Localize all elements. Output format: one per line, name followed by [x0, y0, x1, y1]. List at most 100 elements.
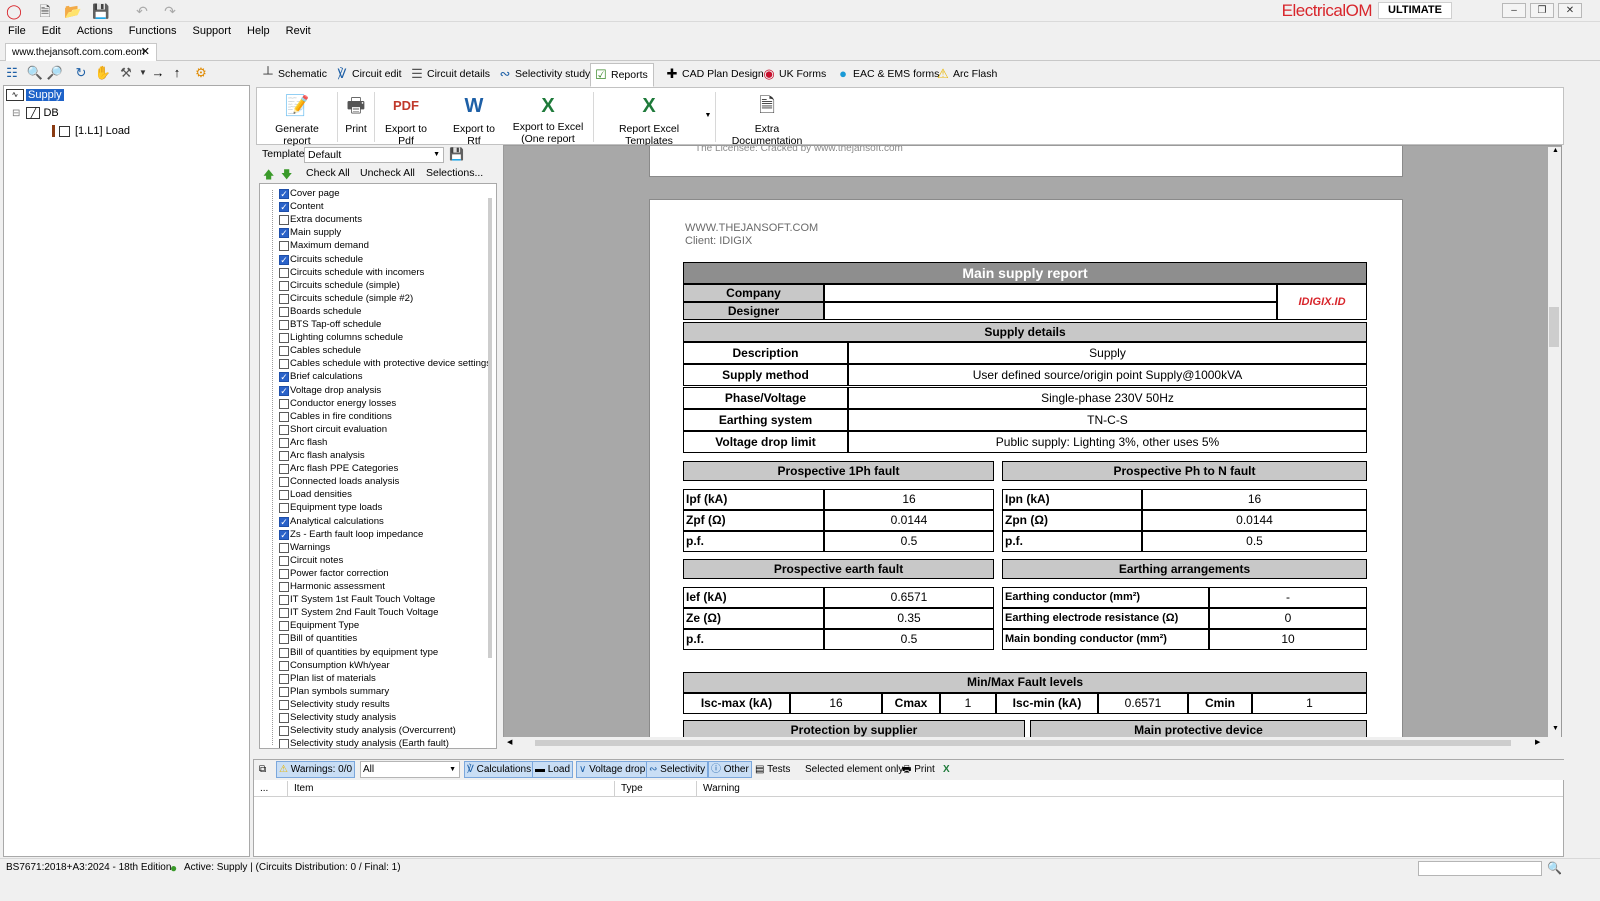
- restore-button[interactable]: ❐: [1530, 3, 1554, 18]
- checkbox-icon[interactable]: [279, 424, 289, 435]
- redo-icon[interactable]: ↷: [161, 2, 179, 20]
- checkbox-icon[interactable]: [279, 555, 289, 566]
- menu-edit[interactable]: Edit: [34, 22, 69, 41]
- status-search-input[interactable]: [1418, 861, 1542, 876]
- checkbox-checked-icon[interactable]: ✓: [279, 385, 289, 396]
- checkbox-icon[interactable]: [279, 241, 289, 252]
- checkbox-icon[interactable]: [279, 660, 289, 671]
- load-filter-button[interactable]: ▬ Load: [532, 761, 574, 778]
- checkbox-icon[interactable]: [279, 346, 289, 357]
- checkbox-checked-icon[interactable]: ✓: [279, 529, 289, 540]
- hscroll-thumb[interactable]: [535, 740, 1511, 746]
- menu-functions[interactable]: Functions: [121, 22, 185, 41]
- checkbox-icon[interactable]: [279, 568, 289, 579]
- tab-uk-forms[interactable]: ◉ UK Forms: [759, 63, 826, 86]
- tests-button[interactable]: ▤ Tests: [752, 761, 793, 778]
- scroll-right-icon[interactable]: ▶: [1535, 738, 1540, 746]
- checkbox-icon[interactable]: [279, 333, 289, 344]
- collapse-icon[interactable]: ⊟: [12, 108, 20, 119]
- arrow-right-icon[interactable]: →: [149, 64, 167, 82]
- print-warnings-button[interactable]: 🖶 Print: [899, 761, 938, 778]
- close-window-button[interactable]: ✕: [1558, 3, 1582, 18]
- checkbox-icon[interactable]: [279, 634, 289, 645]
- tab-circuit-details[interactable]: ☰ Circuit details: [407, 63, 490, 86]
- checkbox-icon[interactable]: [279, 686, 289, 697]
- tab-arc-flash[interactable]: ⚠ Arc Flash: [933, 63, 997, 86]
- template-select[interactable]: Default ▼: [304, 147, 444, 163]
- document-tab[interactable]: www.thejansoft.com.com.eom ✕: [5, 43, 157, 61]
- selectivity-filter-button[interactable]: ∾ Selectivity: [646, 761, 709, 778]
- checkbox-icon[interactable]: [279, 595, 289, 606]
- check-all-button[interactable]: Check All: [306, 167, 350, 179]
- selections-button[interactable]: Selections...: [426, 167, 483, 179]
- checkbox-icon[interactable]: [279, 477, 289, 488]
- checkbox-checked-icon[interactable]: ✓: [279, 254, 289, 265]
- tab-schematic[interactable]: ┴ Schematic: [258, 63, 327, 86]
- checkbox-icon[interactable]: [279, 699, 289, 710]
- viewer-horizontal-scrollbar[interactable]: ◀ ▶: [503, 737, 1562, 749]
- checkbox-icon[interactable]: [279, 280, 289, 291]
- checkbox-icon[interactable]: [279, 320, 289, 330]
- arrow-up-icon[interactable]: ↑: [168, 64, 186, 82]
- column-header-type[interactable]: Type: [615, 781, 697, 797]
- checkbox-icon[interactable]: [279, 503, 289, 514]
- save-icon[interactable]: 💾: [92, 2, 110, 20]
- open-folder-icon[interactable]: 📂: [64, 2, 82, 20]
- checkbox-icon[interactable]: [279, 542, 289, 553]
- checkbox-icon[interactable]: [279, 673, 289, 684]
- uncheck-all-button[interactable]: Uncheck All: [360, 167, 415, 179]
- checkbox-icon[interactable]: [279, 398, 289, 409]
- undo-icon[interactable]: ↶: [133, 2, 151, 20]
- zoom-out-icon[interactable]: 🔎: [46, 64, 64, 82]
- menu-actions[interactable]: Actions: [69, 22, 121, 41]
- close-tab-icon[interactable]: ✕: [141, 44, 150, 61]
- checkbox-icon[interactable]: [279, 582, 289, 592]
- tree-node-load[interactable]: [1.L1] Load: [52, 124, 130, 138]
- menu-help[interactable]: Help: [239, 22, 278, 41]
- voltage-drop-filter-button[interactable]: ∨ Voltage drop: [576, 761, 649, 778]
- checkbox-icon[interactable]: [279, 608, 289, 619]
- column-header-dots[interactable]: ...: [254, 781, 288, 797]
- tab-selectivity-study[interactable]: ∾ Selectivity study: [495, 63, 591, 86]
- tab-reports[interactable]: ☑ Reports: [590, 63, 654, 87]
- scroll-left-icon[interactable]: ◀: [507, 738, 512, 746]
- tree-node-supply[interactable]: ∿ Supply: [6, 88, 64, 102]
- tab-circuit-edit[interactable]: ℣ Circuit edit: [332, 63, 402, 86]
- extra-documentation-button[interactable]: 🗎 Extra Documentation: [720, 92, 814, 147]
- search-icon[interactable]: 🔍: [1547, 859, 1562, 877]
- generate-report-button[interactable]: 📝 Generate report: [263, 92, 331, 147]
- tab-eac-ems-forms[interactable]: ● EAC & EMS forms: [833, 63, 939, 86]
- templates-dropdown-icon[interactable]: ▼: [704, 110, 712, 122]
- checkbox-icon[interactable]: [279, 267, 289, 278]
- checkbox-icon[interactable]: [279, 293, 289, 304]
- scroll-thumb[interactable]: [1549, 307, 1559, 347]
- checkbox-icon[interactable]: [279, 647, 289, 658]
- checkbox-checked-icon[interactable]: ✓: [279, 189, 289, 199]
- zoom-in-icon[interactable]: 🔍: [26, 64, 44, 82]
- checkbox-icon[interactable]: [279, 411, 289, 422]
- settings-gear-icon[interactable]: ⚙: [192, 64, 210, 82]
- checkbox-icon[interactable]: [279, 713, 289, 723]
- calculations-filter-button[interactable]: ℣ Calculations: [464, 761, 535, 778]
- report-excel-templates-button[interactable]: X Report Excel Templates: [597, 92, 701, 147]
- checkbox-icon[interactable]: [279, 621, 289, 632]
- export-rtf-button[interactable]: W Export to Rtf: [446, 92, 502, 147]
- minimize-button[interactable]: –: [1502, 3, 1526, 18]
- checkbox-icon[interactable]: [279, 437, 289, 448]
- column-header-warning[interactable]: Warning: [697, 781, 1563, 797]
- menu-file[interactable]: File: [0, 22, 34, 41]
- checkbox-icon[interactable]: [279, 464, 289, 475]
- refresh-icon[interactable]: ↻: [72, 64, 90, 82]
- checkbox-checked-icon[interactable]: ✓: [279, 516, 289, 527]
- tab-cad-plan-design[interactable]: ✚ CAD Plan Design: [662, 63, 764, 86]
- checkbox-icon[interactable]: [279, 490, 289, 501]
- tools-icon[interactable]: ⚒: [117, 64, 135, 82]
- export-pdf-button[interactable]: PDF Export to Pdf: [377, 92, 435, 147]
- menu-support[interactable]: Support: [184, 22, 239, 41]
- tree-node-db[interactable]: ⊟ ╱ DB: [12, 106, 59, 121]
- list-scrollbar[interactable]: [488, 198, 492, 658]
- menu-revit[interactable]: Revit: [278, 22, 319, 41]
- checkbox-checked-icon[interactable]: ✓: [279, 202, 289, 213]
- checkbox-icon[interactable]: [279, 726, 289, 737]
- column-header-item[interactable]: Item: [288, 781, 615, 797]
